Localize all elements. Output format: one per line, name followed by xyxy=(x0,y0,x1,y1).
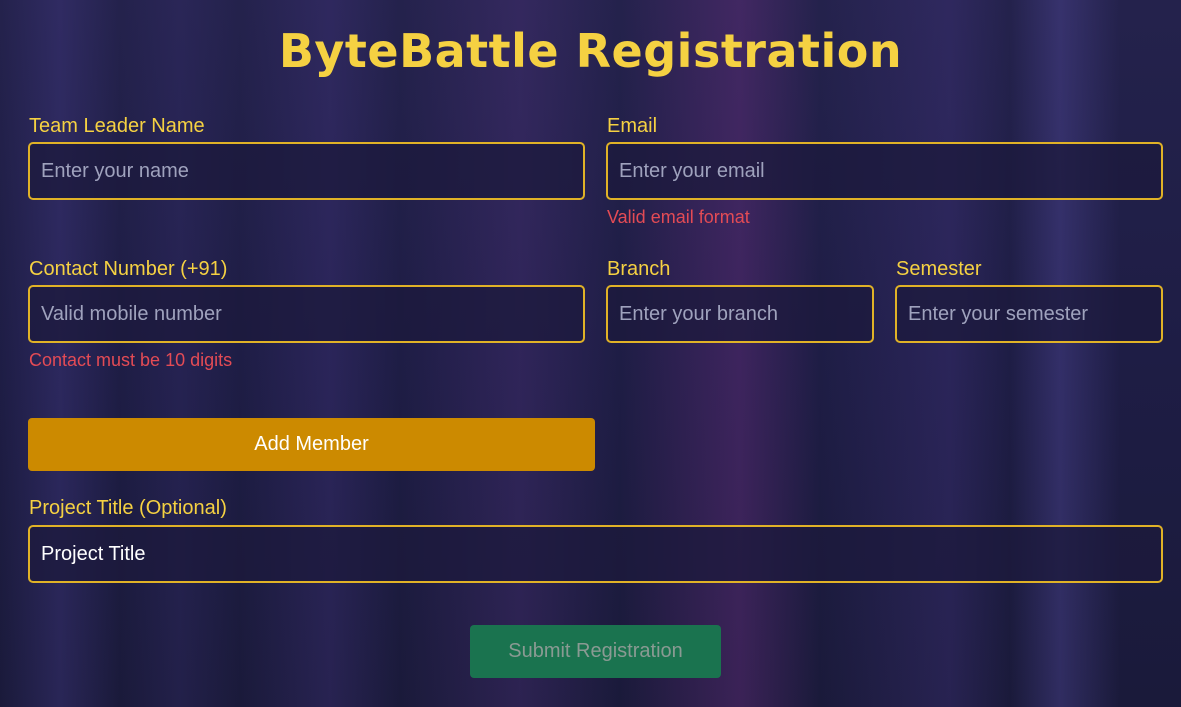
leader-name-label: Team Leader Name xyxy=(29,115,205,137)
add-member-button[interactable]: Add Member xyxy=(28,418,595,471)
page-title: ByteBattle Registration xyxy=(278,24,903,78)
email-label: Email xyxy=(607,115,658,137)
email-error: Valid email format xyxy=(607,207,750,227)
project-title-input[interactable] xyxy=(28,525,1163,583)
email-input[interactable] xyxy=(606,142,1163,200)
semester-label: Semester xyxy=(896,258,982,280)
contact-error: Contact must be 10 digits xyxy=(29,350,233,370)
leader-name-input[interactable] xyxy=(28,142,585,200)
contact-input[interactable] xyxy=(28,285,585,343)
project-title-label: Project Title (Optional) xyxy=(29,497,227,519)
registration-form: ByteBattle Registration Team Leader Name… xyxy=(0,0,1181,707)
branch-label: Branch xyxy=(607,258,671,280)
submit-registration-button[interactable]: Submit Registration xyxy=(470,625,721,678)
contact-label: Contact Number (+91) xyxy=(29,258,228,280)
semester-input[interactable] xyxy=(895,285,1163,343)
branch-input[interactable] xyxy=(606,285,874,343)
